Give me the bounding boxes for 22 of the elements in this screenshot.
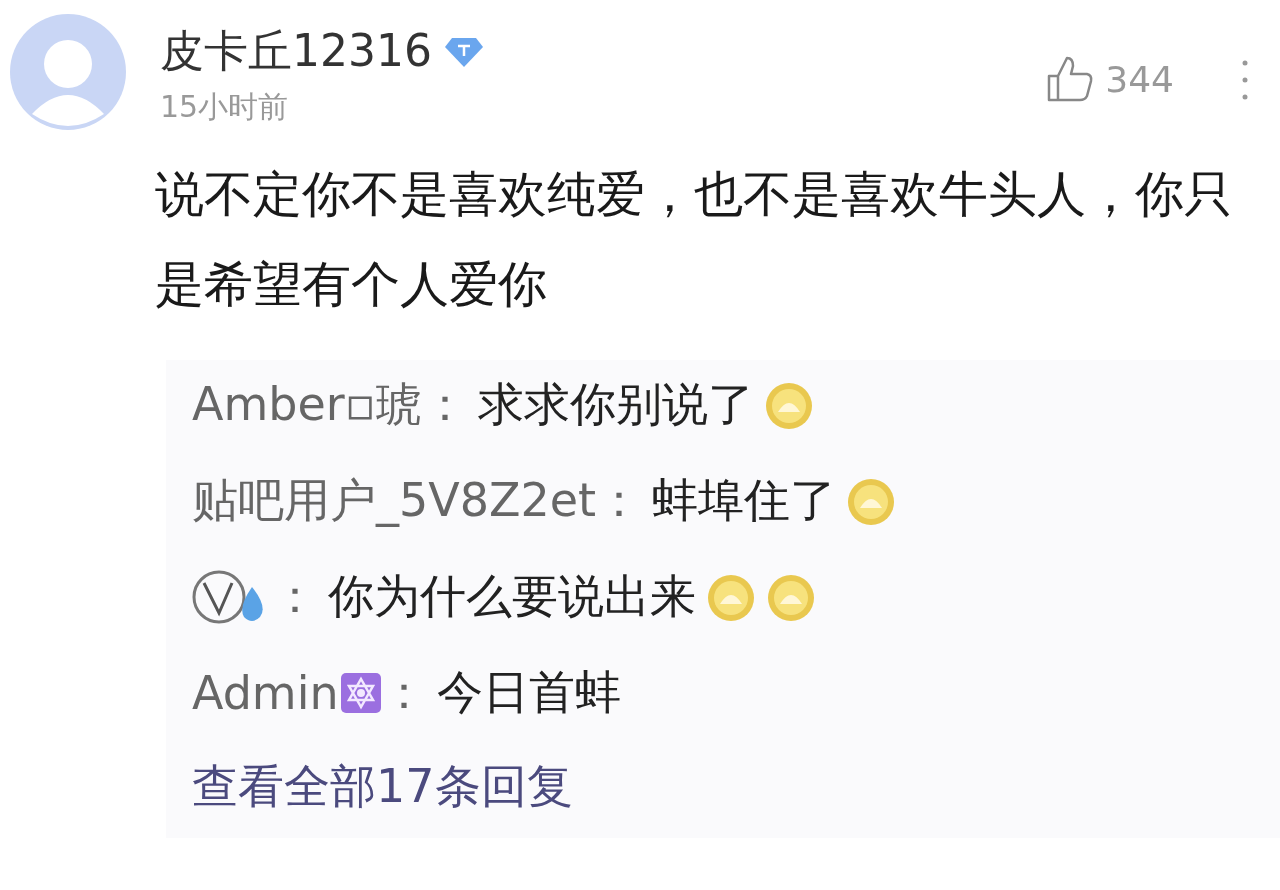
colon: ：: [272, 568, 318, 625]
timestamp: 15小时前: [160, 88, 290, 126]
reply-text: 你为什么要说出来: [328, 568, 696, 625]
emoji-icon: [846, 476, 897, 526]
reply-author[interactable]: Amber▫琥: [192, 374, 422, 436]
emoji-icon: [766, 572, 816, 622]
reply-text: 求求你别说了: [477, 376, 754, 433]
reply-author[interactable]: Admin: [192, 666, 339, 720]
reply-text: 今日首蚌: [436, 664, 621, 721]
username[interactable]: 皮卡丘12316: [160, 22, 432, 81]
reply-author[interactable]: 贴吧用户_5V8Z2et: [192, 470, 597, 532]
colon: ：: [421, 376, 468, 433]
emoji-icon: [706, 572, 756, 622]
view-all-replies-link[interactable]: 查看全部17条回复: [192, 756, 573, 818]
reply-text: 蚌埠住了: [652, 472, 837, 529]
emoji-icon: [763, 380, 814, 430]
avatar-icon: [10, 14, 126, 130]
more-icon[interactable]: [1240, 58, 1250, 102]
colon: ：: [596, 472, 643, 529]
comment-text: 说不定你不是喜欢纯爱，也不是喜欢牛头人，你只是希望有个人爱你: [155, 165, 1234, 315]
like-count: 344: [1105, 58, 1174, 100]
colon: ：: [380, 664, 427, 721]
